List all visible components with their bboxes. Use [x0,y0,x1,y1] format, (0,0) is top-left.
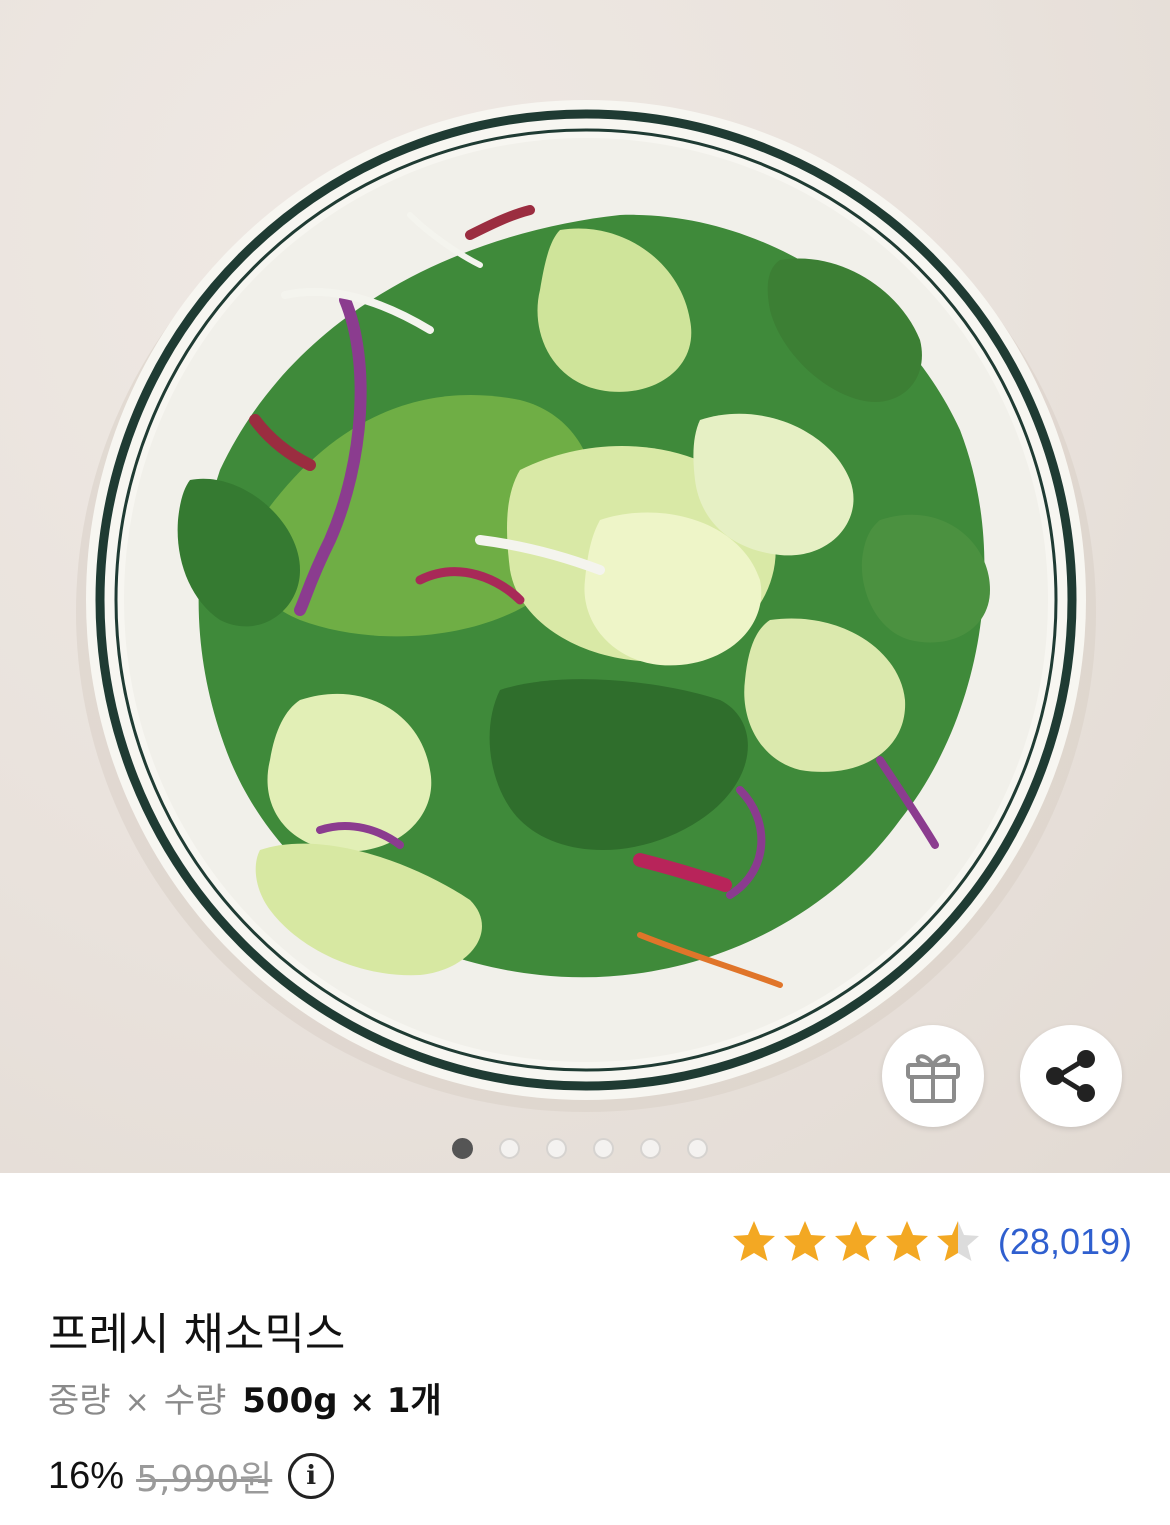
spec-weight-value: 500g [242,1381,338,1421]
review-count[interactable]: (28,019) [998,1221,1132,1263]
spec-qty-label: 수량 [163,1381,227,1421]
product-image-gallery[interactable] [0,0,1170,1173]
gallery-dot[interactable] [640,1138,661,1159]
star-icon [885,1221,928,1261]
spec-times-sign: × [124,1385,150,1420]
share-icon [1046,1050,1095,1102]
gallery-dot[interactable] [499,1138,520,1159]
gallery-dot[interactable] [593,1138,614,1159]
gift-button[interactable] [882,1025,984,1127]
product-title: 프레시 채소믹스 [48,1309,346,1360]
product-spec: 중량 × 수량 500g × 1개 [48,1373,442,1422]
rating-summary[interactable]: (28,019) [730,1218,1132,1266]
spec-times-sign-value: × [349,1385,375,1420]
original-price: 5,990원 [136,1459,273,1500]
star-icon [732,1221,775,1261]
star-rating [730,1218,982,1266]
star-icon [783,1221,826,1261]
gallery-pagination [452,1138,708,1159]
gallery-dot[interactable] [546,1138,567,1159]
star-icon [834,1221,877,1261]
info-icon[interactable]: i [288,1453,335,1499]
spec-qty-value: 1개 [386,1381,442,1421]
gallery-dot[interactable] [687,1138,708,1159]
star-icon [936,1221,979,1261]
discount-rate: 16% [48,1454,125,1497]
salad-bowl-photo [76,100,1096,1112]
share-button[interactable] [1020,1025,1122,1127]
spec-weight-label: 중량 [48,1381,111,1421]
gift-icon [906,1054,960,1103]
gallery-dot[interactable] [452,1138,473,1159]
price-row: 16% 5,990원 i [48,1450,335,1502]
